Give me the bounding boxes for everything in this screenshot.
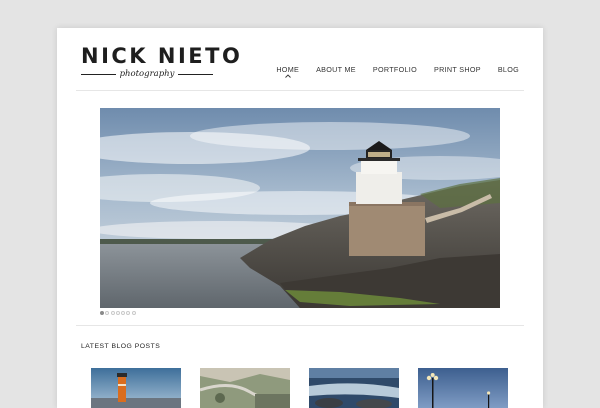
blog-thumb-street-lamp[interactable] [418, 368, 508, 408]
logo-line-right [178, 73, 214, 75]
main-nav: HOME ABOUT ME PORTFOLIO PRINT SHOP BLOG [259, 65, 519, 78]
slider-dot[interactable] [131, 311, 136, 315]
lighthouse-photo [100, 108, 500, 308]
nav-item-portfolio[interactable]: PORTFOLIO [373, 65, 417, 74]
nav-item-about-me[interactable]: ABOUT ME [316, 65, 356, 74]
nav-label-blog: BLOG [497, 65, 519, 74]
nav-label-about-me: ABOUT ME [316, 65, 356, 74]
slider-dot[interactable] [110, 311, 115, 315]
slider-dot[interactable] [105, 311, 110, 315]
header-divider [76, 90, 524, 91]
nav-label-print-shop: PRINT SHOP [434, 65, 481, 74]
blog-thumb-aerial-coast[interactable] [200, 368, 290, 408]
slider-pagination [100, 311, 137, 315]
blog-thumb-orange-lighthouse[interactable] [91, 368, 181, 408]
latest-posts-heading: LATEST BLOG POSTS [81, 343, 161, 350]
slider-dot[interactable] [115, 311, 120, 315]
logo-line-left [81, 73, 116, 75]
nav-item-home[interactable]: HOME [276, 65, 299, 78]
page-container: NICK NIETO photography HOME ABOUT ME POR… [57, 28, 543, 408]
site-logo[interactable]: NICK NIETO photography [81, 44, 243, 79]
slider-dot[interactable] [121, 311, 126, 315]
nav-item-print-shop[interactable]: PRINT SHOP [434, 65, 481, 74]
logo-tagline-row: photography [81, 69, 214, 79]
slider-dot[interactable] [126, 311, 131, 315]
nav-item-blog[interactable]: BLOG [498, 65, 519, 74]
nav-label-portfolio: PORTFOLIO [372, 65, 417, 74]
chevron-up-icon [284, 74, 291, 78]
logo-tagline: photography [119, 69, 175, 79]
content-divider [76, 325, 524, 326]
hero-slider[interactable] [100, 108, 500, 308]
slider-dot[interactable] [100, 311, 104, 315]
blog-thumb-rocky-stream[interactable] [309, 368, 399, 408]
logo-name: NICK NIETO [81, 44, 243, 68]
